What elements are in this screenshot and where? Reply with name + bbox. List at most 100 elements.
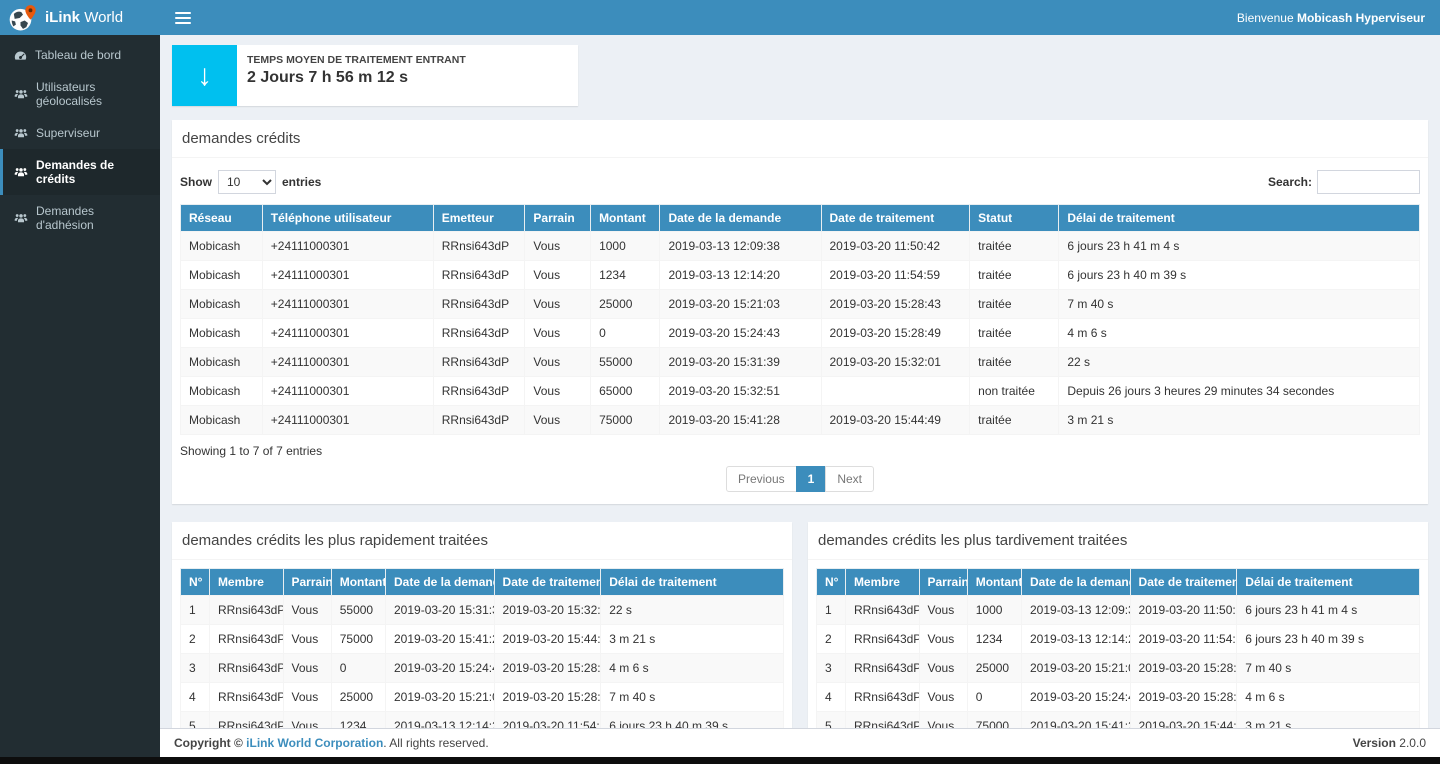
column-header[interactable]: Parrain <box>919 569 967 596</box>
users-icon <box>14 88 28 100</box>
column-header[interactable]: Membre <box>845 569 919 596</box>
credits-requests-table: RéseauTéléphone utilisateurEmetteurParra… <box>180 204 1420 435</box>
column-header[interactable]: Statut <box>970 205 1059 232</box>
fastest-processed-panel: demandes crédits les plus rapidement tra… <box>172 522 792 728</box>
table-cell: 2019-03-20 15:28:49 <box>494 654 601 683</box>
column-header[interactable]: Téléphone utilisateur <box>262 205 433 232</box>
table-cell: traitée <box>970 261 1059 290</box>
table-header-row: N°MembreParrainMontantDate de la demande… <box>817 569 1420 596</box>
column-header[interactable]: N° <box>181 569 210 596</box>
column-header[interactable]: Emetteur <box>433 205 525 232</box>
table-row: Mobicash+24111000301RRnsi643dPVous550002… <box>181 348 1420 377</box>
column-header[interactable]: N° <box>817 569 846 596</box>
column-header[interactable]: Date de traitement <box>821 205 970 232</box>
table-cell: 2019-03-20 15:31:39 <box>386 596 495 625</box>
table-row: 2RRnsi643dPVous750002019-03-20 15:41:282… <box>181 625 784 654</box>
table-cell: Vous <box>283 683 331 712</box>
table-cell: 2019-03-20 15:21:03 <box>1022 654 1131 683</box>
table-cell: 1 <box>181 596 210 625</box>
column-header[interactable]: Date de la demande <box>660 205 821 232</box>
app-logo[interactable]: iLink World <box>0 0 160 35</box>
column-header[interactable]: Date de traitement <box>494 569 601 596</box>
table-cell <box>821 377 970 406</box>
table-row: 4RRnsi643dPVous02019-03-20 15:24:432019-… <box>817 683 1420 712</box>
table-cell: 2019-03-13 12:09:38 <box>660 232 821 261</box>
brand-title: iLink World <box>45 9 123 26</box>
table-cell: Vous <box>525 290 591 319</box>
table-header-row: RéseauTéléphone utilisateurEmetteurParra… <box>181 205 1420 232</box>
table-summary: Showing 1 to 7 of 7 entries <box>180 444 1420 458</box>
column-header[interactable]: Date de la demande <box>386 569 495 596</box>
users-icon <box>14 127 28 139</box>
table-cell: Vous <box>283 625 331 654</box>
table-cell: 2019-03-20 15:28:43 <box>494 683 601 712</box>
table-cell: 3 <box>817 654 846 683</box>
table-row: 4RRnsi643dPVous250002019-03-20 15:21:032… <box>181 683 784 712</box>
table-header-row: N°MembreParrainMontantDate de la demande… <box>181 569 784 596</box>
sidebar-item-superviseur[interactable]: Superviseur <box>0 117 160 149</box>
table-cell: 1234 <box>591 261 660 290</box>
search-label: Search: <box>1268 175 1312 189</box>
sidebar-item-label: Demandes d'adhésion <box>36 204 152 232</box>
column-header[interactable]: Délai de traitement <box>601 569 784 596</box>
info-box-content: TEMPS MOYEN DE TRAITEMENT ENTRANT 2 Jour… <box>237 45 476 106</box>
column-header[interactable]: Délai de traitement <box>1237 569 1420 596</box>
table-cell: Depuis 26 jours 3 heures 29 minutes 34 s… <box>1059 377 1420 406</box>
table-row: Mobicash+24111000301RRnsi643dPVous123420… <box>181 261 1420 290</box>
previous-page-button[interactable]: Previous <box>726 466 797 492</box>
column-header[interactable]: Date de la demande <box>1022 569 1131 596</box>
table-cell: 2019-03-20 15:28:43 <box>1130 654 1237 683</box>
sidebar-item-demandes-de-credits[interactable]: Demandes de crédits <box>0 149 160 195</box>
table-cell: 3 <box>181 654 210 683</box>
column-header[interactable]: Délai de traitement <box>1059 205 1420 232</box>
table-cell: RRnsi643dP <box>433 261 525 290</box>
table-cell: +24111000301 <box>262 261 433 290</box>
sidebar-item-demandes-adhesion[interactable]: Demandes d'adhésion <box>0 195 160 241</box>
column-header[interactable]: Réseau <box>181 205 263 232</box>
page-1-button[interactable]: 1 <box>796 466 827 492</box>
table-cell: Mobicash <box>181 290 263 319</box>
column-header[interactable]: Membre <box>209 569 283 596</box>
table-cell: Mobicash <box>181 377 263 406</box>
table-cell: Vous <box>283 596 331 625</box>
column-header[interactable]: Montant <box>331 569 385 596</box>
sidebar-item-tableau-de-bord[interactable]: Tableau de bord <box>0 39 160 71</box>
version-text: Version 2.0.0 <box>1353 736 1426 750</box>
sidebar-menu: Tableau de bord Utilisateurs géolocalisé… <box>0 35 160 241</box>
table-row: 2RRnsi643dPVous12342019-03-13 12:14:2020… <box>817 625 1420 654</box>
column-header[interactable]: Parrain <box>283 569 331 596</box>
table-cell: 0 <box>967 683 1021 712</box>
table-cell: 3 m 21 s <box>1237 712 1420 729</box>
table-cell: +24111000301 <box>262 319 433 348</box>
column-header[interactable]: Montant <box>967 569 1021 596</box>
table-cell: 0 <box>591 319 660 348</box>
table-cell: RRnsi643dP <box>845 625 919 654</box>
table-cell: Vous <box>919 596 967 625</box>
table-cell: 4 m 6 s <box>1237 683 1420 712</box>
table-cell: 2019-03-20 15:41:28 <box>1022 712 1131 729</box>
table-cell: 1 <box>817 596 846 625</box>
company-link[interactable]: iLink World Corporation <box>246 736 383 750</box>
sidebar-item-label: Demandes de crédits <box>36 158 152 186</box>
table-cell: 22 s <box>1059 348 1420 377</box>
table-cell: RRnsi643dP <box>433 348 525 377</box>
table-row: 1RRnsi643dPVous550002019-03-20 15:31:392… <box>181 596 784 625</box>
next-page-button[interactable]: Next <box>825 466 874 492</box>
table-cell: Vous <box>919 683 967 712</box>
table-cell: 2019-03-20 15:24:43 <box>660 319 821 348</box>
column-header[interactable]: Date de traitement <box>1130 569 1237 596</box>
sidebar-toggle-icon[interactable] <box>175 12 191 24</box>
table-cell: 0 <box>331 654 385 683</box>
table-cell: 22 s <box>601 596 784 625</box>
users-icon <box>14 166 28 178</box>
column-header[interactable]: Parrain <box>525 205 591 232</box>
pagination: Previous 1 Next <box>180 466 1420 492</box>
column-header[interactable]: Montant <box>591 205 660 232</box>
copyright-text: Copyright © iLink World Corporation. All… <box>174 736 489 750</box>
search-input[interactable] <box>1317 170 1420 194</box>
sidebar-item-utilisateurs-geolocalises[interactable]: Utilisateurs géolocalisés <box>0 71 160 117</box>
table-row: 3RRnsi643dPVous250002019-03-20 15:21:032… <box>817 654 1420 683</box>
top-navbar: Bienvenue Mobicash Hyperviseur <box>160 0 1440 35</box>
table-cell: 2019-03-20 11:50:42 <box>821 232 970 261</box>
page-length-select[interactable]: 10 <box>218 170 276 194</box>
